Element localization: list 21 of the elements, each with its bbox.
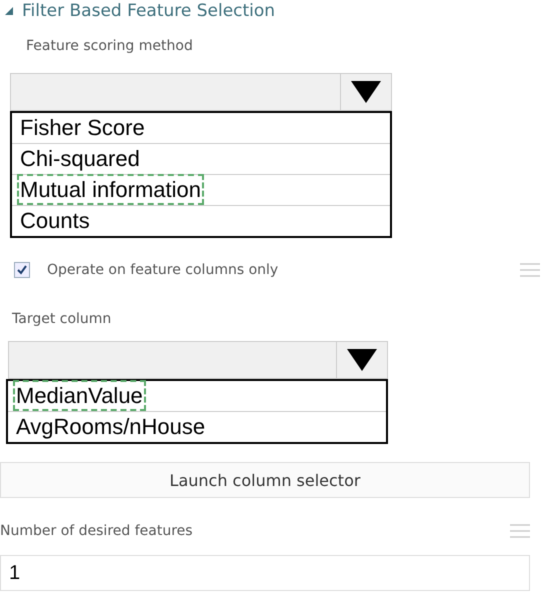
section-title: Filter Based Feature Selection (22, 0, 276, 22)
collapse-icon[interactable] (4, 6, 14, 16)
field-label: Number of desired features (0, 523, 193, 539)
dropdown-option[interactable]: AvgRooms/nHouse (8, 412, 386, 442)
input-field[interactable]: 1 (0, 555, 530, 591)
dropdown-option[interactable]: Mutual information (12, 175, 390, 206)
dropdown-option[interactable]: Fisher Score (12, 113, 390, 144)
dropdown-arrow-icon (347, 349, 377, 371)
dropdown-option[interactable]: Chi-squared (12, 144, 390, 175)
checkbox[interactable] (14, 262, 30, 278)
field-label: Target column (12, 311, 112, 327)
dropdown-option[interactable]: MedianValue (8, 381, 386, 412)
field-label: Feature scoring method (26, 38, 194, 54)
dropdown[interactable] (8, 341, 388, 379)
dropdown[interactable] (10, 73, 392, 111)
dropdown-option[interactable]: Counts (12, 206, 390, 236)
checkbox-label: Operate on feature columns only (47, 262, 278, 278)
drag-handle-icon[interactable] (520, 263, 540, 277)
launch-button[interactable]: Launch column selector (0, 462, 530, 498)
drag-handle-icon[interactable] (510, 524, 530, 538)
dropdown-arrow-icon (351, 81, 381, 103)
